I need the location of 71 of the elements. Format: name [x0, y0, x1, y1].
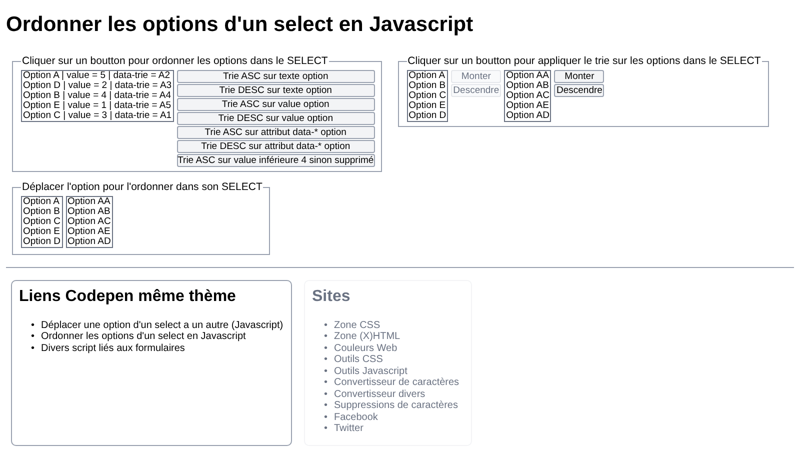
link[interactable]: Divers script liés aux formulaires — [41, 342, 185, 354]
list-option[interactable]: Option A | value = 5 | data-trie = A2 — [23, 70, 172, 81]
bullet: • — [324, 354, 329, 366]
list-option[interactable]: Option AD — [506, 110, 550, 121]
link[interactable]: Ordonner les options d'un select en Javascript — [41, 331, 246, 342]
link[interactable]: Convertisseur divers — [334, 388, 426, 400]
list-option[interactable]: Option D | value = 2 | data-trie = A3 — [23, 80, 172, 91]
list-option[interactable]: Option E — [408, 100, 446, 111]
list-box[interactable]: Option A Option B Option C Option E Option D — [21, 196, 62, 248]
sort-button[interactable]: Trie ASC sur value inférieure 4 sinon supprimé — [176, 154, 375, 167]
list-option[interactable]: Option E | value = 1 | data-trie = A5 — [23, 100, 172, 111]
list-option[interactable]: Option C | value = 3 | data-trie = A1 — [23, 110, 172, 121]
list-box[interactable]: Option A Option B Option C Option E Option D — [406, 70, 448, 122]
card-title: Sites — [312, 286, 352, 306]
link[interactable]: Convertisseur de caractères — [334, 377, 460, 388]
link[interactable]: Outils Javascript — [334, 366, 408, 377]
list-option[interactable]: Option AA — [68, 196, 111, 206]
list-option[interactable]: Option A — [23, 196, 60, 206]
link[interactable]: Outils CSS — [334, 354, 383, 366]
list-option[interactable]: Option AB — [68, 206, 111, 216]
list-option[interactable]: Option AB — [506, 80, 550, 91]
list-option[interactable]: Option B — [408, 80, 446, 91]
list-option[interactable]: Option AC — [506, 90, 550, 101]
fieldset-legend: Cliquer sur un boutton pour appliquer le trie sur les options dans le SELECT — [406, 54, 762, 70]
bullet: • — [324, 423, 329, 434]
bullet: • — [31, 320, 36, 331]
list-box[interactable]: Option A | value = 5 | data-trie = A2 Option D | value = 2 | data-trie = A3 Option B | value = 4 | data-trie = A4 Option E | value = 1 | data-trie = A5 Option C | value = 3 | data-trie = A1 — [21, 70, 174, 122]
list-option[interactable]: Option D — [23, 236, 60, 246]
page-title: Ordonner les options d'un select en Javascript — [6, 12, 474, 38]
list-option[interactable]: Option AC — [68, 216, 111, 226]
bullet: • — [324, 366, 329, 377]
bullet: • — [324, 342, 329, 354]
fieldset-legend: Déplacer l'option pour l'ordonner dans son SELECT — [21, 180, 264, 196]
list-box[interactable]: Option AA Option AB Option AC Option AE Option AD — [66, 196, 113, 248]
bullet: • — [324, 377, 329, 388]
sort-button[interactable]: Trie ASC sur value option — [176, 98, 375, 111]
link[interactable]: Zone (X)HTML — [334, 331, 400, 342]
link[interactable]: Twitter — [334, 423, 364, 434]
link[interactable]: Facebook — [334, 412, 378, 423]
bullet: • — [31, 342, 36, 354]
bullet: • — [324, 331, 329, 342]
move-up-button[interactable]: Monter — [554, 70, 604, 83]
list-option[interactable]: Option AE — [506, 100, 550, 111]
list-option[interactable]: Option B | value = 4 | data-trie = A4 — [23, 90, 172, 101]
list-option[interactable]: Option C — [23, 216, 60, 226]
list-option[interactable]: Option E — [23, 226, 60, 236]
sort-button[interactable]: Trie DESC sur value option — [176, 112, 375, 125]
list-option[interactable]: Option A — [408, 70, 446, 81]
link[interactable]: Couleurs Web — [334, 342, 398, 354]
list-box[interactable]: Option AA Option AB Option AC Option AE Option AD — [504, 70, 552, 122]
list-option[interactable]: Option AD — [68, 236, 111, 246]
link[interactable]: Déplacer une option d'un select a un autre (Javascript) — [41, 320, 284, 331]
link[interactable]: Suppressions de caractères — [334, 400, 458, 412]
list-option[interactable]: Option D — [408, 110, 446, 121]
list-option[interactable]: Option AE — [68, 226, 111, 236]
card-title: Liens Codepen même thème — [19, 286, 237, 306]
bullet: • — [324, 388, 329, 400]
list-option[interactable]: Option AA — [506, 70, 550, 81]
list-option[interactable]: Option B — [23, 206, 60, 216]
sort-button[interactable]: Trie DESC sur texte option — [176, 84, 375, 97]
bullet: • — [31, 331, 36, 342]
bullet: • — [324, 412, 329, 423]
sort-button[interactable]: Trie ASC sur texte option — [176, 70, 375, 83]
bullet: • — [324, 320, 329, 331]
sort-button[interactable]: Trie ASC sur attribut data-* option — [176, 126, 375, 139]
list-option[interactable]: Option C — [408, 90, 446, 101]
link[interactable]: Zone CSS — [334, 320, 380, 331]
bullet: • — [324, 400, 329, 412]
fieldset-legend: Cliquer sur un boutton pour ordonner les options dans le SELECT — [21, 54, 329, 70]
sort-button[interactable]: Trie DESC sur attribut data-* option — [176, 140, 375, 153]
move-down-button[interactable]: Descendre — [554, 84, 604, 97]
